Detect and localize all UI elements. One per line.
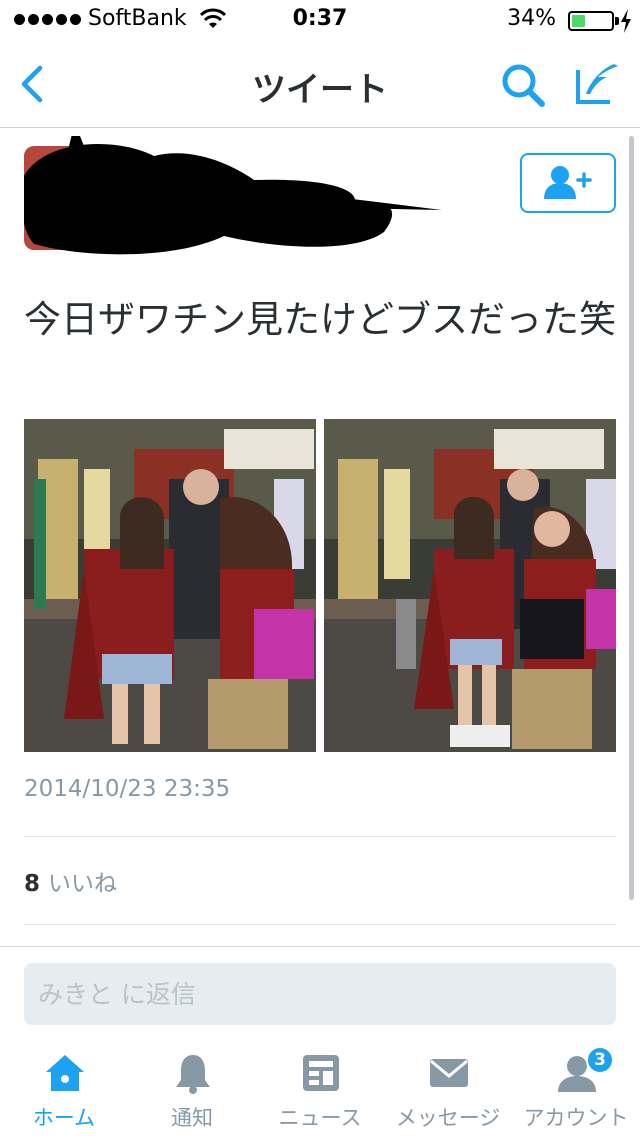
notification-badge: 3 xyxy=(586,1046,614,1074)
tab-messages[interactable]: メッセージ xyxy=(384,1034,512,1136)
add-user-icon xyxy=(544,166,592,199)
tweet-text: 今日ザワチン見たけどブスだった笑 xyxy=(24,298,616,341)
tab-label: アカウント xyxy=(523,1106,629,1130)
news-icon xyxy=(303,1055,339,1091)
battery-icon xyxy=(568,11,614,31)
tweet-photo[interactable] xyxy=(324,419,616,752)
tweet-timestamp: 2014/10/23 23:35 xyxy=(24,776,231,802)
charging-icon xyxy=(621,9,631,33)
tab-news[interactable]: ニュース xyxy=(256,1034,384,1136)
tab-label: メッセージ xyxy=(395,1106,501,1130)
search-icon[interactable] xyxy=(500,62,546,108)
tab-notifications[interactable]: 通知 xyxy=(128,1034,256,1136)
follow-button[interactable] xyxy=(520,153,616,213)
divider xyxy=(24,836,616,837)
scrollbar[interactable] xyxy=(629,136,634,900)
home-icon xyxy=(46,1055,84,1091)
redaction-scribble xyxy=(24,136,442,255)
tab-account[interactable]: アカウント xyxy=(512,1034,640,1136)
status-bar: SoftBank 0:37 34% xyxy=(0,0,640,40)
navigation-bar: ツイート xyxy=(0,40,640,128)
tab-home[interactable]: ホーム xyxy=(0,1034,128,1136)
tab-label: ニュース xyxy=(278,1106,362,1130)
like-count: 8 xyxy=(24,871,41,897)
divider xyxy=(24,924,616,925)
reply-input[interactable] xyxy=(24,963,616,1025)
envelope-icon xyxy=(430,1059,468,1087)
tweet-photo[interactable] xyxy=(24,419,316,752)
tab-bar: ホーム 通知 ニュース メッセージ アカウント xyxy=(0,1034,640,1136)
compose-icon[interactable] xyxy=(574,60,620,106)
battery-tip xyxy=(615,17,619,25)
chevron-left-icon[interactable] xyxy=(16,64,50,104)
tab-label: 通知 xyxy=(171,1106,213,1130)
like-count-row[interactable]: 8 いいね xyxy=(24,864,117,898)
bell-icon xyxy=(176,1055,210,1094)
battery-percent: 34% xyxy=(507,6,556,31)
reply-bar xyxy=(0,946,640,1034)
like-label: いいね xyxy=(48,871,118,897)
